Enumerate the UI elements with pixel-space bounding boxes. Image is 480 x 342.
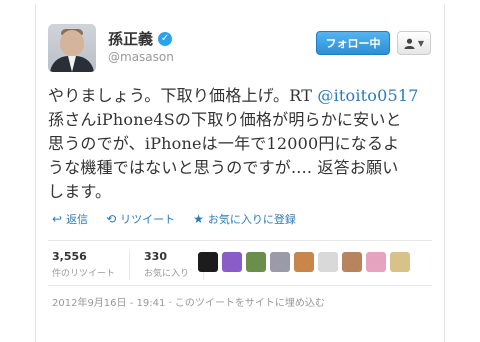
tweet-line-4: うな機種ではないと思うのですが.... 返答お願い	[48, 158, 399, 177]
reply-label[interactable]: 返信	[66, 211, 88, 227]
retweeter-avatars	[198, 252, 410, 272]
follow-button[interactable]: フォロー中	[316, 31, 390, 55]
stat-separator	[129, 250, 131, 280]
tweet-stats: 3,556 件のリツイート 330 お気に入り	[52, 250, 205, 280]
retweeter-avatar[interactable]	[270, 252, 290, 272]
retweeter-avatar[interactable]	[366, 252, 386, 272]
mention-link[interactable]: @itoito0517	[317, 86, 418, 105]
avatar-face	[60, 30, 84, 56]
retweeter-avatar[interactable]	[198, 252, 218, 272]
retweeter-avatar[interactable]	[318, 252, 338, 272]
embed-link[interactable]: このツイートをサイトに埋め込む	[175, 298, 325, 309]
retweets-stat[interactable]: 3,556 件のリツイート	[52, 250, 115, 280]
retweeter-avatar[interactable]	[222, 252, 242, 272]
tweet-actions: ↩ 返信 ⟲ リツイート ★ お気に入りに登録	[52, 211, 296, 227]
reply-icon: ↩	[52, 212, 63, 226]
tweet-line-3: 思うのでが、iPhoneは一年で12000円になるよ	[48, 134, 400, 153]
divider	[48, 240, 432, 241]
favorite-action[interactable]: ★ お気に入りに登録	[193, 211, 296, 227]
tweet-text: やりましょう。下取り価格上げ。RT @itoito0517 孫さんiPhone4…	[48, 84, 434, 204]
user-handle[interactable]: @masason	[108, 50, 174, 64]
user-name[interactable]: 孫正義 ✓	[108, 28, 173, 49]
retweeter-avatar[interactable]	[390, 252, 410, 272]
retweets-label[interactable]: 件のリツイート	[52, 266, 115, 279]
favorites-stat[interactable]: 330 お気に入り	[144, 250, 189, 280]
retweet-label[interactable]: リツイート	[120, 211, 175, 227]
reply-action[interactable]: ↩ 返信	[52, 211, 88, 227]
retweeter-avatar[interactable]	[342, 252, 362, 272]
verified-badge-icon: ✓	[158, 31, 173, 46]
tweet-meta: 2012年9月16日 - 19:41 · このツイートをサイトに埋め込む	[52, 294, 325, 309]
favorites-count[interactable]: 330	[144, 250, 189, 263]
retweet-action[interactable]: ⟲ リツイート	[106, 211, 175, 227]
chevron-down-icon: ▼	[417, 38, 425, 48]
retweeter-avatar[interactable]	[246, 252, 266, 272]
avatar[interactable]	[48, 24, 96, 72]
retweets-count[interactable]: 3,556	[52, 250, 115, 263]
retweet-icon: ⟲	[106, 212, 117, 226]
timestamp[interactable]: 2012年9月16日 - 19:41	[52, 298, 165, 309]
user-dropdown-button[interactable]: ▼	[397, 31, 431, 55]
retweeter-avatar[interactable]	[294, 252, 314, 272]
meta-separator: ·	[168, 298, 172, 309]
tweet-line-1-text: やりましょう。下取り価格上げ。RT	[48, 86, 318, 105]
favorites-label[interactable]: お気に入り	[144, 266, 189, 279]
star-icon: ★	[193, 212, 204, 226]
tweet-line-1: やりましょう。下取り価格上げ。RT @itoito0517	[48, 84, 434, 108]
tweet-line-5: します。	[48, 182, 112, 201]
favorite-label[interactable]: お気に入りに登録	[208, 211, 296, 227]
tweet-line-2: 孫さんiPhone4Sの下取り価格が明らかに安いと	[48, 110, 402, 129]
divider	[48, 285, 432, 286]
user-icon	[404, 38, 415, 49]
user-name-text[interactable]: 孫正義	[108, 28, 153, 49]
